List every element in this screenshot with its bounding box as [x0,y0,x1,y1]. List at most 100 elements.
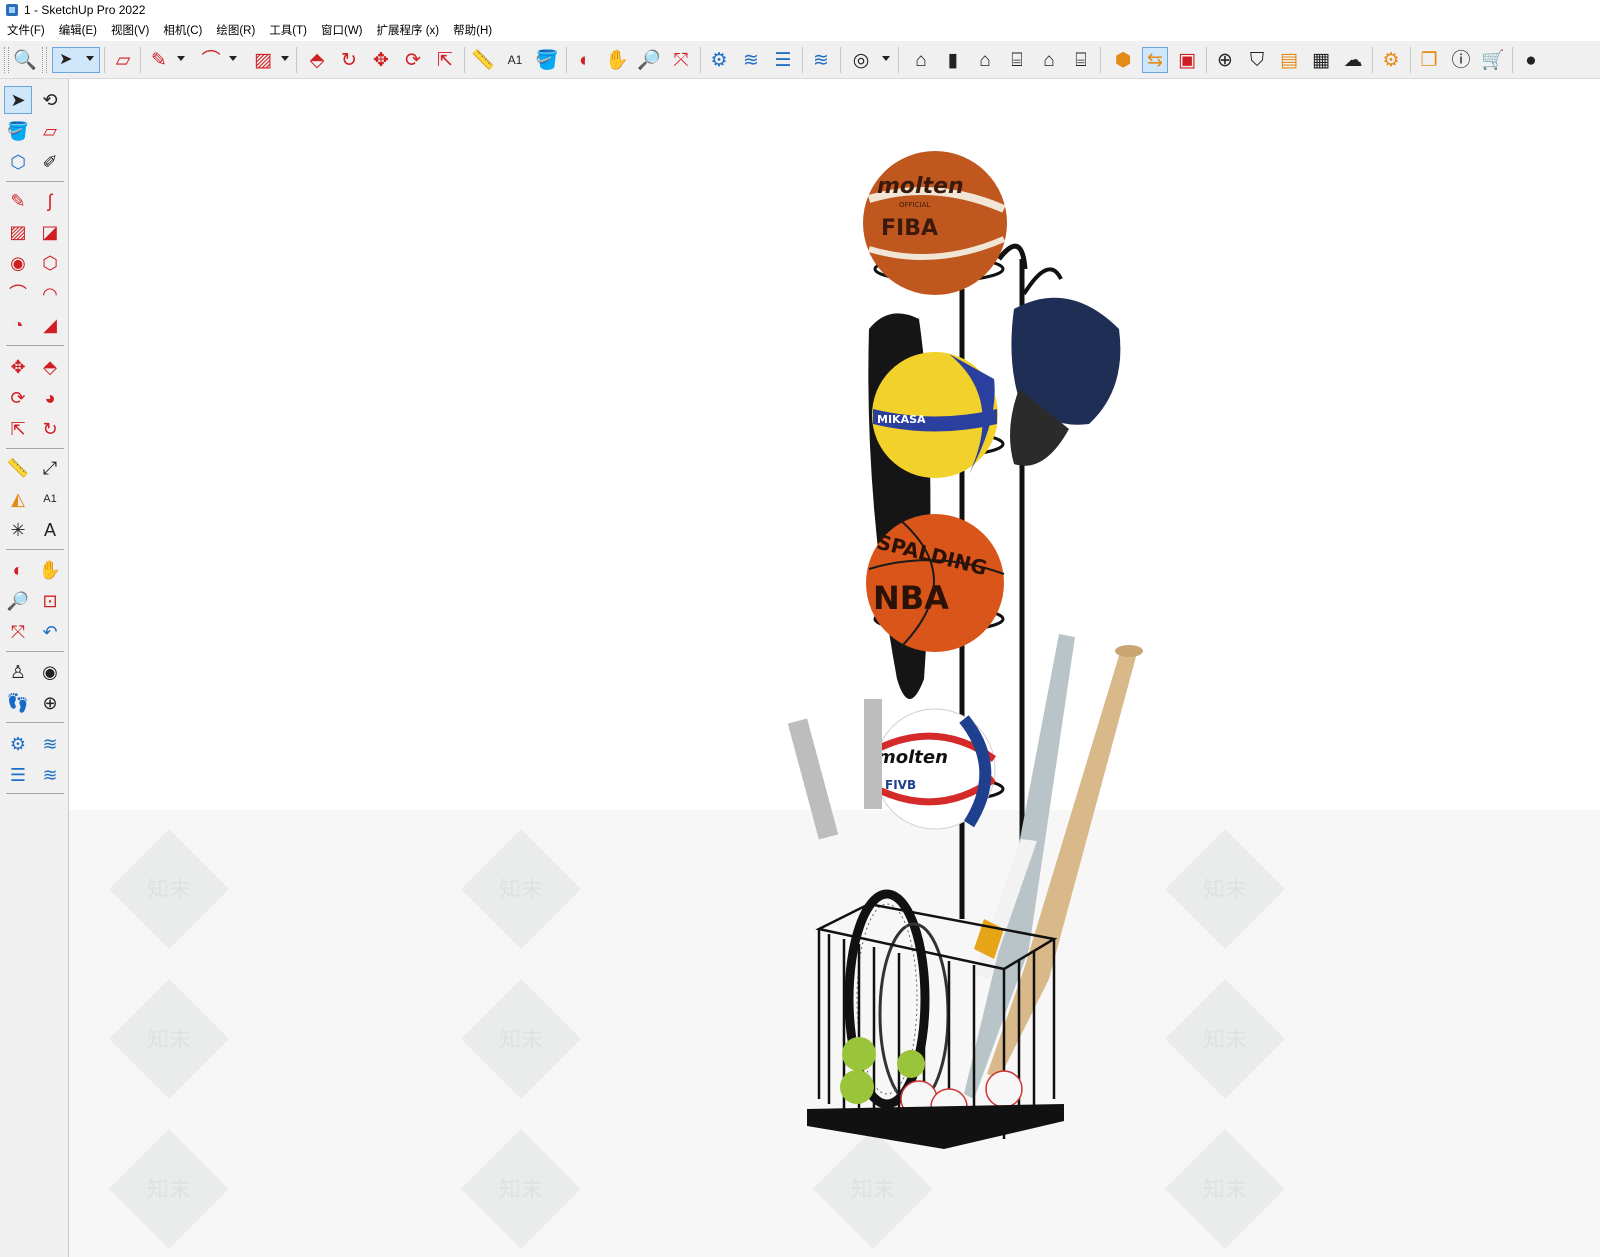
tape-measure-icon[interactable]: 📏 [470,47,496,73]
chevron-down-icon[interactable] [86,56,94,61]
model-viewport[interactable]: 知末 知末 知末 知末 知末 知末 知末 知末 知末 知末 molten OFF… [69,79,1600,1257]
pencil-icon[interactable]: ✎ [146,47,172,73]
polygon-icon[interactable]: ⬡ [36,249,64,277]
rotate-icon[interactable]: ⟳ [400,47,426,73]
pan-icon[interactable]: ✋ [36,556,64,584]
account-icon[interactable]: ● [1518,47,1544,73]
toolbar-grip[interactable] [4,47,9,73]
look-around-icon[interactable]: ◉ [36,658,64,686]
chevron-down-icon[interactable] [882,56,890,61]
component-icon[interactable]: ⬡ [4,148,32,176]
menu-camera[interactable]: 相机(C) [156,22,209,38]
menu-extensions[interactable]: 扩展程序 (x) [370,22,447,38]
scale-icon[interactable]: ⇱ [432,47,458,73]
dimension-icon[interactable]: ⤢ [36,454,64,482]
home-outline-icon[interactable]: ⌂ [1036,47,1062,73]
tag-icon[interactable]: ✐ [36,148,64,176]
checker-icon[interactable]: ▦ [1308,47,1334,73]
outliner-icon[interactable]: ⇆ [1142,47,1168,73]
text-icon[interactable]: A1 [502,47,528,73]
two-point-arc-icon[interactable]: ◠ [36,280,64,308]
menu-draw[interactable]: 绘图(R) [209,22,262,38]
zoom-extents-icon[interactable]: ⤧ [4,618,32,646]
push-pull-icon[interactable]: ⬘ [36,353,64,381]
menu-view[interactable]: 视图(V) [104,22,156,38]
circle-icon[interactable]: ◉ [4,249,32,277]
chevron-down-icon[interactable] [229,56,237,61]
eraser-icon[interactable]: ▱ [36,117,64,145]
cloud-icon[interactable]: ☁ [1340,47,1366,73]
orbit-icon[interactable]: ◐ [572,47,598,73]
add-icon[interactable]: ⊕ [1212,47,1238,73]
previous-view-icon[interactable]: ↶ [36,618,64,646]
drape-icon[interactable]: ≋ [36,761,64,789]
arc-icon[interactable]: ⌒ [4,280,32,308]
tape-measure-icon[interactable]: 📏 [4,454,32,482]
orbit-icon[interactable]: ⟲ [36,86,64,114]
position-camera-icon[interactable]: ♙ [4,658,32,686]
rectangle-icon[interactable]: ▨ [250,47,276,73]
model-info-icon[interactable]: ⬢ [1110,47,1136,73]
settings-icon[interactable]: ⚙ [1378,47,1404,73]
zoom-extents-icon[interactable]: ⤧ [668,47,694,73]
offset-icon[interactable]: ↻ [36,415,64,443]
rotate-icon[interactable]: ⟳ [4,384,32,412]
user-icon[interactable]: ◎ [848,47,874,73]
menu-file[interactable]: 文件(F) [0,22,52,38]
freehand-icon[interactable]: ʃ [36,187,64,215]
rotated-rect-icon[interactable]: ◪ [36,218,64,246]
menu-edit[interactable]: 编辑(E) [52,22,104,38]
walk-icon[interactable]: 👣 [4,689,32,717]
3d-text-icon[interactable]: A [36,516,64,544]
section-plane-icon[interactable]: ⊕ [36,689,64,717]
shield-icon[interactable]: ⛉ [1244,47,1270,73]
smoove-icon[interactable]: ≋ [36,730,64,758]
arc-icon[interactable]: ⌒ [198,47,224,73]
eraser-icon[interactable]: ▱ [110,47,136,73]
text-icon[interactable]: A1 [36,485,64,513]
scenes-icon[interactable]: ▣ [1174,47,1200,73]
sandbox-icon[interactable]: ⚙ [706,47,732,73]
zoom-window-icon[interactable]: ⊡ [36,587,64,615]
chevron-down-icon[interactable] [177,56,185,61]
select-icon[interactable]: ➤ [4,86,32,114]
shed-icon[interactable]: ⌸ [1004,47,1030,73]
sandbox-icon[interactable]: ⚙ [4,730,32,758]
reports-icon[interactable]: ▤ [1276,47,1302,73]
store-icon[interactable]: ⌸ [1068,47,1094,73]
stamp-icon[interactable]: ☰ [4,761,32,789]
follow-me-icon[interactable]: ↻ [336,47,362,73]
push-pull-icon[interactable]: ⬘ [304,47,330,73]
three-point-arc-icon[interactable]: ◢ [36,311,64,339]
scale-icon[interactable]: ⇱ [4,415,32,443]
warehouse-icon[interactable]: ⌂ [908,47,934,73]
pie-icon[interactable]: ◔ [4,311,32,339]
house-icon[interactable]: ⌂ [972,47,998,73]
components-icon[interactable]: ▮ [940,47,966,73]
section-icon[interactable]: ≋ [738,47,764,73]
toolbar-grip[interactable] [42,47,47,73]
chat-icon[interactable]: ❐ [1416,47,1442,73]
move-icon[interactable]: ✥ [368,47,394,73]
paint-bucket-icon[interactable]: 🪣 [534,47,560,73]
cart-icon[interactable]: 🛒 [1480,47,1506,73]
zoom-icon[interactable]: 🔎 [636,47,662,73]
rectangle-icon[interactable]: ▨ [4,218,32,246]
layers-icon[interactable]: ☰ [770,47,796,73]
style-icon[interactable]: ≋ [808,47,834,73]
paint-bucket-icon[interactable]: 🪣 [4,117,32,145]
search-icon[interactable]: 🔍 [12,47,38,73]
zoom-icon[interactable]: 🔎 [4,587,32,615]
orbit-alt-icon[interactable]: ◐ [4,556,32,584]
pencil-icon[interactable]: ✎ [4,187,32,215]
menu-window[interactable]: 窗口(W) [314,22,370,38]
move-icon[interactable]: ✥ [4,353,32,381]
protractor-icon[interactable]: ◭ [4,485,32,513]
pan-icon[interactable]: ✋ [604,47,630,73]
info-icon[interactable]: ⓘ [1448,47,1474,73]
menu-tools[interactable]: 工具(T) [262,22,314,38]
chevron-down-icon[interactable] [281,56,289,61]
follow-me-icon[interactable]: ◕ [36,384,64,412]
axes-icon[interactable]: ✳ [4,516,32,544]
menu-help[interactable]: 帮助(H) [446,22,499,38]
